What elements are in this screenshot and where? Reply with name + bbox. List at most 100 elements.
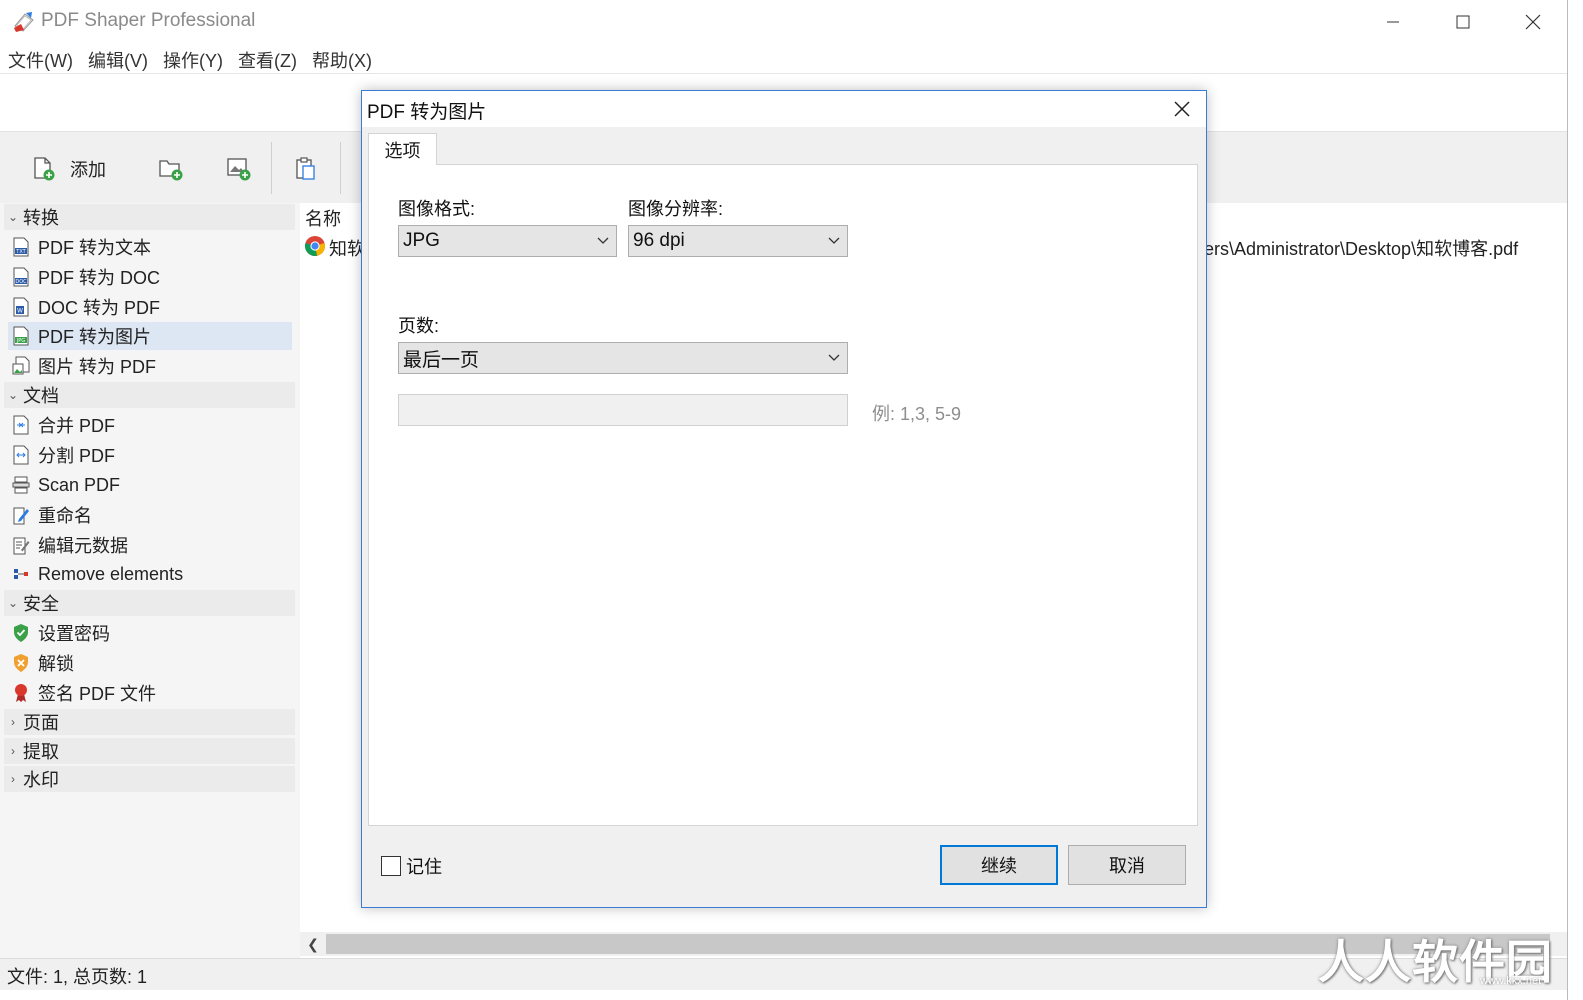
sidebar-item-split-pdf[interactable]: 分割 PDF bbox=[8, 441, 292, 469]
sidebar-item-pdf-to-text[interactable]: TXT PDF 转为文本 bbox=[8, 233, 292, 261]
remember-label: 记住 bbox=[406, 857, 442, 877]
sidebar-item-remove-elements[interactable]: Remove elements bbox=[8, 560, 292, 588]
chevron-down-icon bbox=[828, 354, 840, 361]
group-pages[interactable]: › 页面 bbox=[4, 709, 295, 735]
doc-file-icon: DOC bbox=[10, 266, 32, 288]
page-range-input[interactable] bbox=[398, 394, 848, 426]
window-title: PDF Shaper Professional bbox=[41, 10, 256, 31]
window-border bbox=[1567, 0, 1568, 1000]
menu-view[interactable]: 查看(Z) bbox=[230, 44, 304, 74]
sidebar-item-label: Scan PDF bbox=[38, 474, 121, 495]
continue-button[interactable]: 继续 bbox=[940, 845, 1058, 885]
sidebar-item-label: 编辑元数据 bbox=[38, 536, 128, 556]
add-file-icon bbox=[34, 157, 55, 181]
menu-edit[interactable]: 编辑(V) bbox=[80, 44, 155, 74]
menu-help[interactable]: 帮助(X) bbox=[304, 44, 379, 74]
divider bbox=[0, 73, 1568, 74]
file-row-name[interactable]: 知软 bbox=[329, 235, 365, 261]
image-format-select[interactable]: JPG bbox=[398, 225, 617, 257]
app-logo-icon bbox=[14, 12, 34, 32]
sidebar: ⌄ 转换 TXT PDF 转为文本 DOC PDF 转为 DOC W DOC 转… bbox=[0, 203, 300, 960]
image-format-value: JPG bbox=[403, 230, 440, 251]
sidebar-item-label: 图片 转为 PDF bbox=[38, 357, 157, 377]
paste-button[interactable] bbox=[294, 154, 318, 184]
sidebar-item-label: PDF 转为图片 bbox=[38, 327, 152, 347]
page-range-hint: 例: 1,3, 5-9 bbox=[872, 404, 962, 424]
group-label: 转换 bbox=[23, 208, 59, 228]
svg-text:W: W bbox=[17, 308, 23, 315]
close-window-button[interactable] bbox=[1498, 0, 1568, 44]
sidebar-item-label: 重命名 bbox=[38, 506, 92, 526]
image-resolution-select[interactable]: 96 dpi bbox=[628, 225, 848, 257]
column-header-name[interactable]: 名称 bbox=[305, 205, 341, 231]
pages-value: 最后一页 bbox=[403, 349, 480, 371]
image-format-label: 图像格式: bbox=[398, 199, 476, 219]
shield-unlock-icon bbox=[10, 652, 32, 674]
svg-text:DOC: DOC bbox=[15, 279, 27, 285]
group-security[interactable]: ⌄ 安全 bbox=[4, 590, 295, 616]
sidebar-item-rename[interactable]: 重命名 bbox=[8, 501, 292, 529]
scan-icon bbox=[10, 474, 32, 496]
sidebar-item-label: PDF 转为 DOC bbox=[38, 268, 161, 288]
chrome-icon bbox=[305, 236, 325, 256]
split-icon bbox=[10, 444, 32, 466]
sidebar-item-pdf-to-image[interactable]: JPG PDF 转为图片 bbox=[8, 322, 292, 350]
sidebar-item-label: 解锁 bbox=[38, 654, 74, 674]
sidebar-item-scan-pdf[interactable]: Scan PDF bbox=[8, 471, 292, 499]
image-file-icon bbox=[10, 355, 32, 377]
add-image-button[interactable] bbox=[226, 154, 252, 184]
rename-icon bbox=[10, 504, 32, 526]
sidebar-item-label: Remove elements bbox=[38, 563, 184, 584]
minimize-icon bbox=[1387, 21, 1399, 23]
minimize-button[interactable] bbox=[1358, 0, 1428, 44]
group-extract[interactable]: › 提取 bbox=[4, 738, 295, 764]
status-text: 文件: 1, 总页数: 1 bbox=[7, 967, 148, 987]
group-label: 文档 bbox=[23, 386, 59, 406]
sidebar-item-doc-to-pdf[interactable]: W DOC 转为 PDF bbox=[8, 293, 292, 321]
group-convert[interactable]: ⌄ 转换 bbox=[4, 204, 295, 230]
merge-icon bbox=[10, 414, 32, 436]
file-row-path[interactable]: ers\Administrator\Desktop\知软博客.pdf bbox=[1204, 235, 1518, 261]
dialog-close-button[interactable] bbox=[1162, 94, 1202, 124]
remember-checkbox[interactable] bbox=[381, 856, 401, 876]
sidebar-item-label: PDF 转为文本 bbox=[38, 238, 152, 258]
menu-file[interactable]: 文件(W) bbox=[0, 44, 80, 74]
group-document[interactable]: ⌄ 文档 bbox=[4, 382, 295, 408]
scroll-left-icon[interactable]: ❮ bbox=[300, 932, 326, 956]
toolbar-separator bbox=[271, 142, 272, 194]
tab-options[interactable]: 选项 bbox=[368, 133, 437, 165]
close-icon bbox=[1174, 101, 1190, 117]
menu-actions[interactable]: 操作(Y) bbox=[155, 44, 230, 74]
remember-checkbox-row[interactable]: 记住 bbox=[381, 853, 442, 879]
image-resolution-value: 96 dpi bbox=[633, 230, 685, 251]
sidebar-item-image-to-pdf[interactable]: 图片 转为 PDF bbox=[8, 352, 292, 380]
cancel-button[interactable]: 取消 bbox=[1068, 845, 1186, 885]
maximize-button[interactable] bbox=[1428, 0, 1498, 44]
sidebar-item-unlock[interactable]: 解锁 bbox=[8, 649, 292, 677]
add-button[interactable]: 添加 bbox=[32, 154, 106, 184]
add-folder-button[interactable] bbox=[158, 154, 184, 184]
toolbar-separator bbox=[340, 142, 341, 194]
options-panel bbox=[368, 164, 1198, 826]
chevron-right-icon: › bbox=[11, 715, 15, 729]
sidebar-item-edit-metadata[interactable]: 编辑元数据 bbox=[8, 531, 292, 559]
pages-select[interactable]: 最后一页 bbox=[398, 342, 848, 374]
chevron-down-icon: ⌄ bbox=[7, 596, 19, 610]
sidebar-item-set-password[interactable]: 设置密码 bbox=[8, 619, 292, 647]
metadata-icon bbox=[10, 534, 32, 556]
maximize-icon bbox=[1456, 15, 1470, 29]
sidebar-item-sign-pdf[interactable]: 签名 PDF 文件 bbox=[8, 679, 292, 707]
pdf-to-image-dialog: PDF 转为图片 选项 图像格式: JPG 图像分辨率: 96 dpi 页数: … bbox=[361, 90, 1207, 908]
group-watermark[interactable]: › 水印 bbox=[4, 766, 295, 792]
group-label: 水印 bbox=[23, 770, 59, 790]
chevron-right-icon: › bbox=[11, 772, 15, 786]
image-resolution-label: 图像分辨率: bbox=[628, 199, 724, 219]
sidebar-item-merge-pdf[interactable]: 合并 PDF bbox=[8, 411, 292, 439]
sidebar-item-pdf-to-doc[interactable]: DOC PDF 转为 DOC bbox=[8, 263, 292, 291]
group-label: 页面 bbox=[23, 713, 59, 733]
sidebar-item-label: DOC 转为 PDF bbox=[38, 298, 161, 318]
sidebar-item-label: 分割 PDF bbox=[38, 446, 116, 466]
chevron-down-icon bbox=[828, 237, 840, 244]
add-folder-icon bbox=[159, 160, 183, 181]
sidebar-item-label: 签名 PDF 文件 bbox=[38, 684, 157, 704]
